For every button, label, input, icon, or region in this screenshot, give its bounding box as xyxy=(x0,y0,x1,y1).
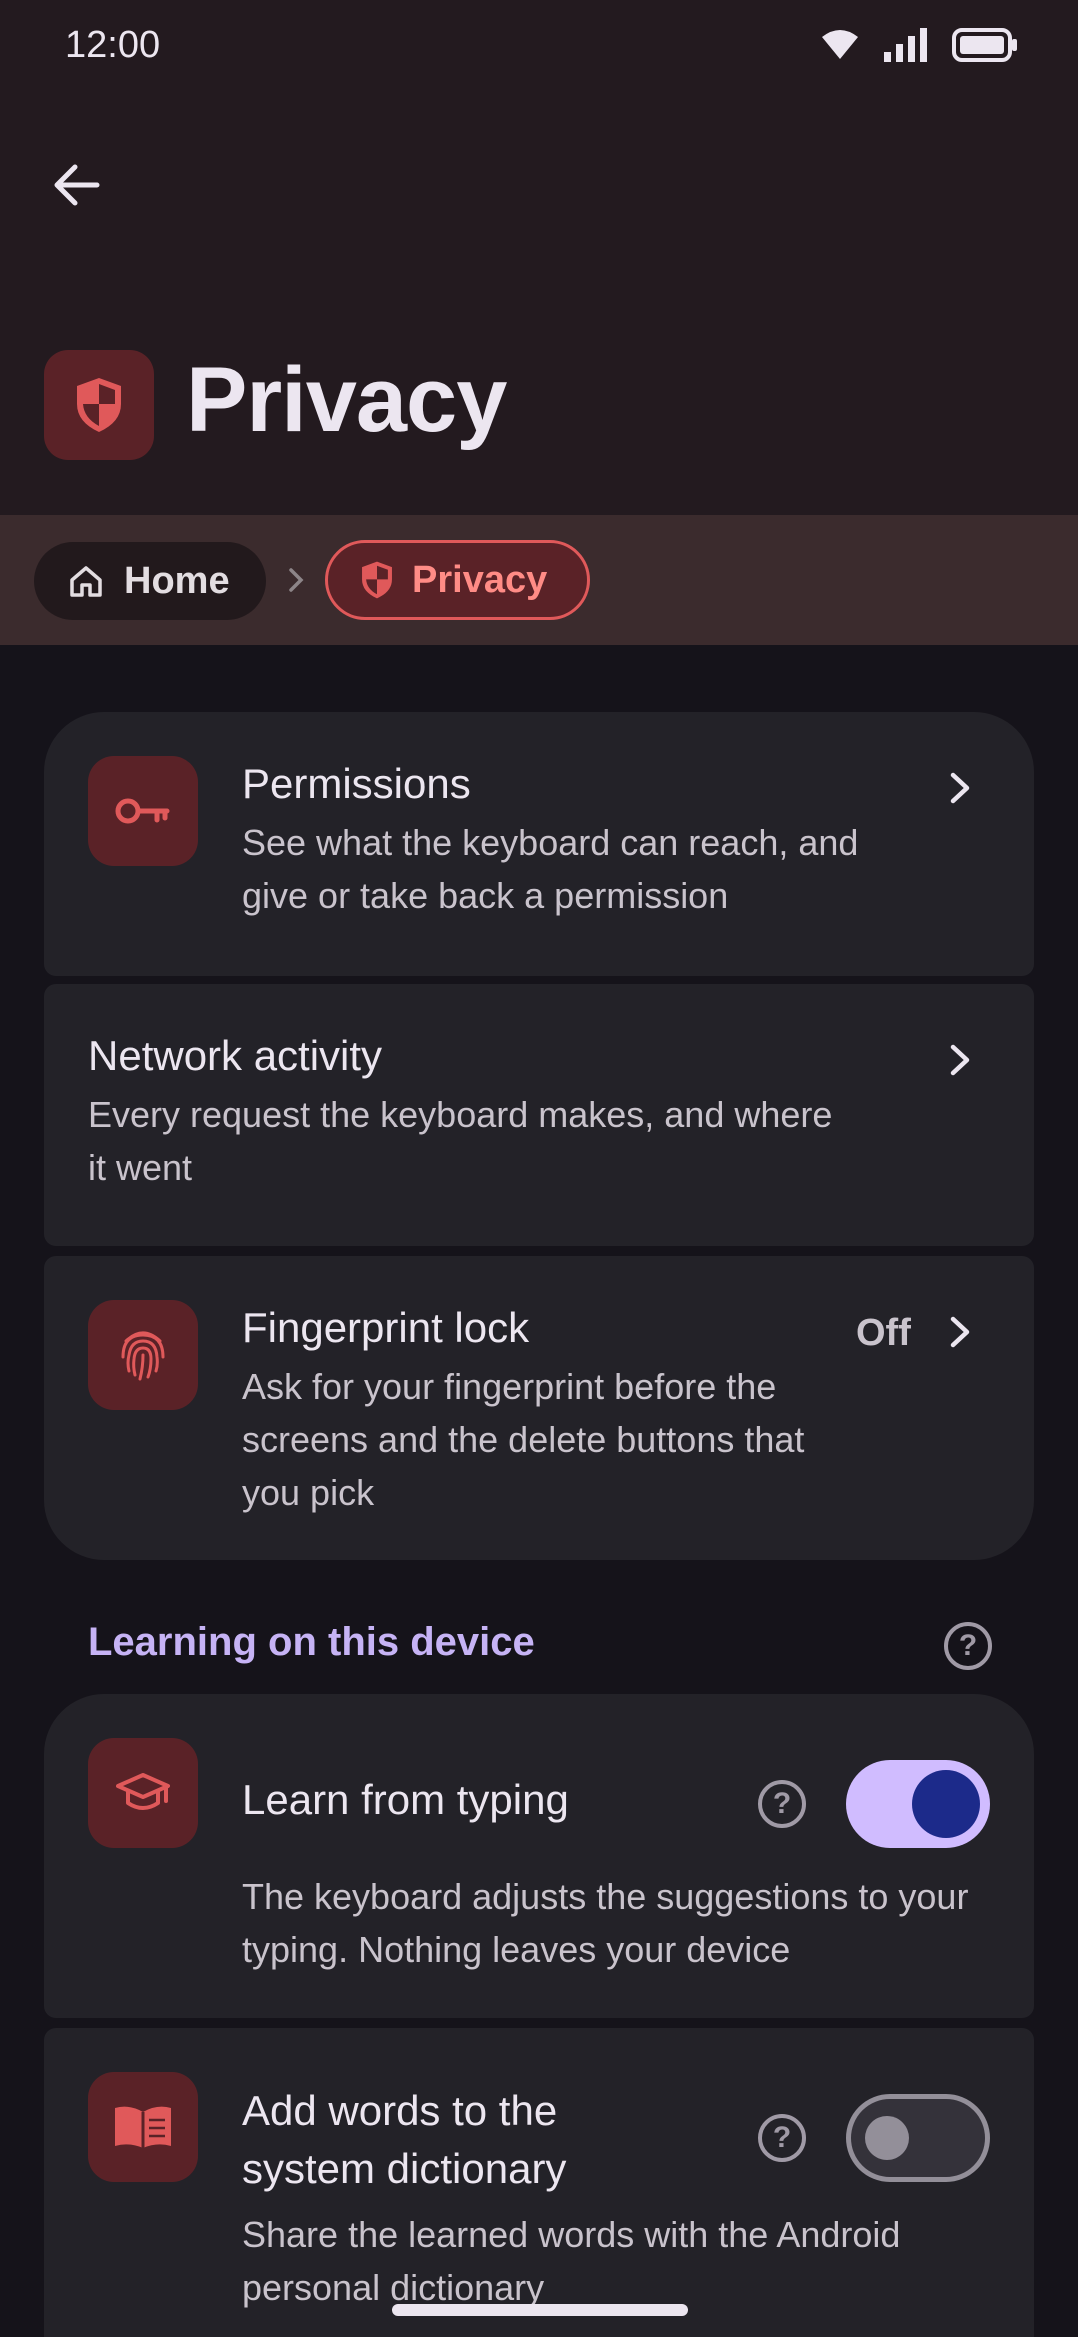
toggle-knob xyxy=(865,2116,909,2160)
permissions-title: Permissions xyxy=(242,760,471,807)
permissions-item[interactable]: Permissions See what the keyboard can re… xyxy=(44,712,1034,976)
learn-from-typing-toggle[interactable] xyxy=(846,1760,990,1848)
learn-from-typing-title: Learn from typing xyxy=(242,1776,569,1823)
graduation-cap-icon xyxy=(88,1738,198,1848)
section-label-learning: Learning on this device xyxy=(88,1620,535,1664)
key-icon xyxy=(88,756,198,866)
learn-from-typing-item[interactable]: Learn from typing ? The keyboard adjusts… xyxy=(44,1694,1034,2018)
fingerprint-lock-title: Fingerprint lock xyxy=(242,1304,530,1351)
book-icon xyxy=(88,2072,198,2182)
learn-from-typing-description: The keyboard adjusts the suggestions to … xyxy=(242,1876,969,1970)
status-time: 12:00 xyxy=(65,24,161,66)
toggle-knob xyxy=(912,1770,980,1838)
home-icon xyxy=(70,566,102,597)
status-bar: 12:00 xyxy=(0,0,1078,96)
breadcrumb-current-label: Privacy xyxy=(412,558,548,601)
fingerprint-lock-item[interactable]: Fingerprint lock Ask for your fingerprin… xyxy=(44,1256,1034,1560)
chevron-right-icon xyxy=(950,1316,970,1348)
breadcrumb-current[interactable]: Privacy xyxy=(325,540,590,620)
back-button[interactable] xyxy=(40,148,114,222)
fingerprint-icon xyxy=(88,1300,198,1410)
fingerprint-lock-value: Off xyxy=(856,1312,911,1354)
help-icon[interactable]: ? xyxy=(758,2114,806,2162)
battery-icon xyxy=(952,28,1017,62)
permissions-description: See what the keyboard can reach, and giv… xyxy=(242,822,859,916)
system-dictionary-item[interactable]: Add words to the system dictionary ? Sha… xyxy=(44,2028,1034,2337)
gesture-navigation-handle[interactable] xyxy=(392,2304,688,2316)
status-icons xyxy=(820,28,1018,62)
system-dictionary-description: Share the learned words with the Android… xyxy=(242,2214,901,2308)
privacy-screen: 12:00 Privacy Home Privacy Permissions S… xyxy=(0,0,1078,2337)
wifi-icon xyxy=(822,30,858,59)
network-activity-title: Network activity xyxy=(88,1032,383,1079)
shield-icon xyxy=(362,561,392,599)
page-title: Privacy xyxy=(186,349,507,451)
network-activity-item[interactable]: Network activity Every request the keybo… xyxy=(44,984,1034,1246)
signal-icon xyxy=(884,28,927,62)
system-dictionary-title: Add words to the system dictionary xyxy=(242,2087,567,2192)
fingerprint-lock-description: Ask for your fingerprint before the scre… xyxy=(242,1366,805,1513)
chevron-right-icon xyxy=(289,568,304,592)
header-shield-icon xyxy=(44,350,154,460)
breadcrumb-home[interactable]: Home xyxy=(34,542,266,620)
network-activity-description: Every request the keyboard makes, and wh… xyxy=(88,1094,833,1188)
help-icon[interactable]: ? xyxy=(944,1622,992,1670)
arrow-back-icon xyxy=(54,164,100,206)
chevron-right-icon xyxy=(950,772,970,804)
system-dictionary-toggle[interactable] xyxy=(846,2094,990,2182)
breadcrumb-home-label: Home xyxy=(124,559,230,602)
chevron-right-icon xyxy=(950,1044,970,1076)
help-icon[interactable]: ? xyxy=(758,1780,806,1828)
